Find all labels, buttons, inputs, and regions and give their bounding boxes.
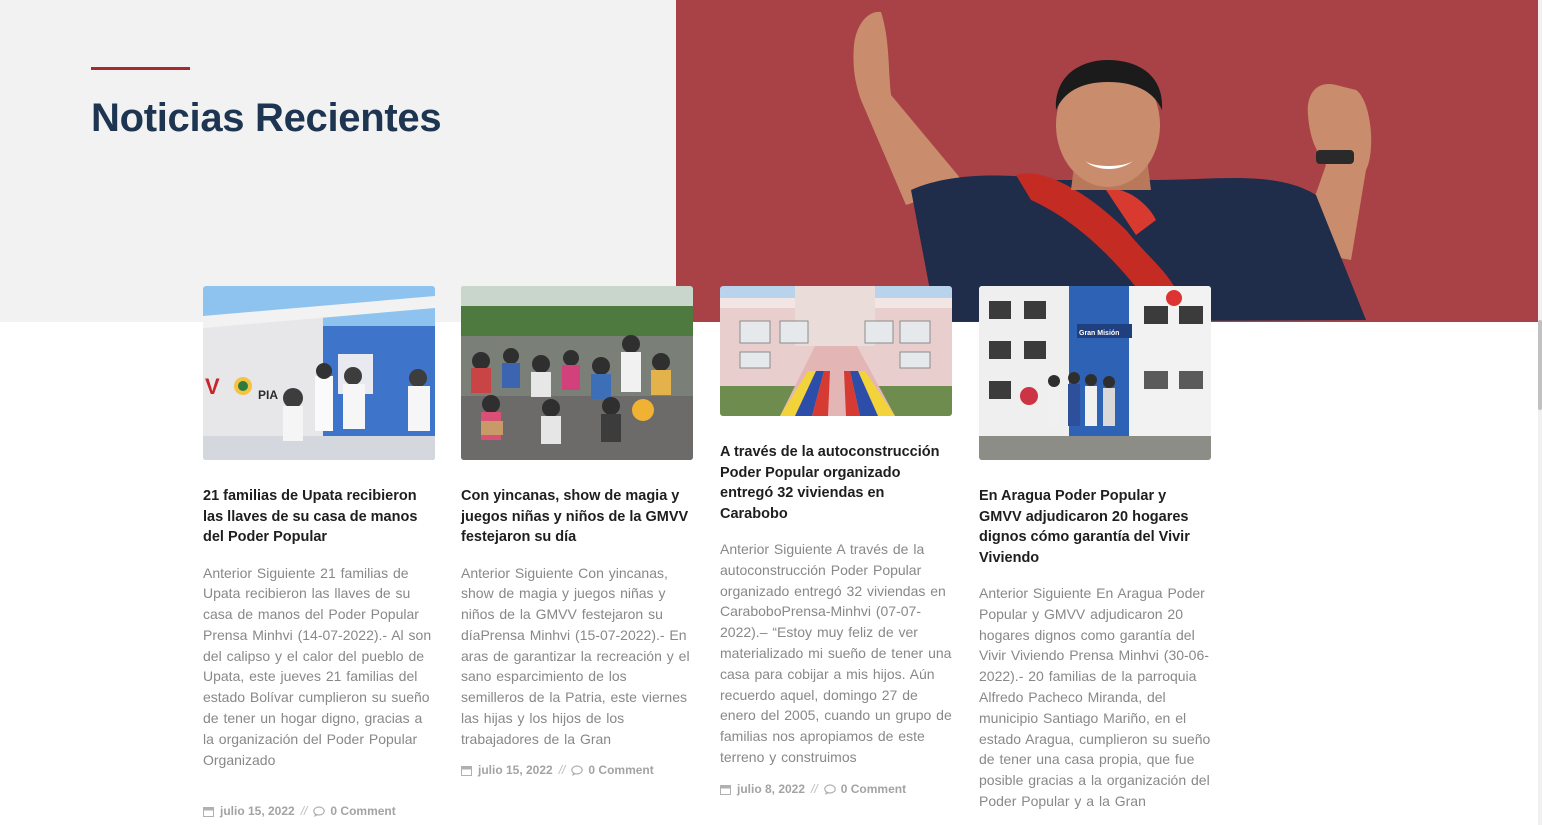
post-thumbnail[interactable] xyxy=(720,286,952,416)
post-date[interactable]: julio 15, 2022 xyxy=(220,804,295,818)
calendar-icon xyxy=(203,806,214,817)
post-thumbnail[interactable]: Gran Misión xyxy=(979,286,1211,460)
post-card-3: A través de la autoconstrucción Poder Po… xyxy=(720,286,952,796)
post-thumbnail[interactable]: V PIA xyxy=(203,286,435,460)
title-accent-line xyxy=(91,67,190,70)
meta-separator: // xyxy=(811,782,818,796)
post-comments[interactable]: 0 Comment xyxy=(330,804,395,818)
post-meta: julio 15, 2022 // 0 Comment xyxy=(461,763,654,777)
section-title: Noticias Recientes xyxy=(91,96,442,140)
page-scrollbar[interactable] xyxy=(1538,0,1542,825)
calendar-icon xyxy=(461,765,472,776)
post-excerpt: Anterior Siguiente A través de la autoco… xyxy=(720,541,952,765)
svg-text:Gran Misión: Gran Misión xyxy=(1079,330,1119,337)
post-meta: julio 15, 2022 // 0 Comment xyxy=(203,804,396,818)
meta-separator: // xyxy=(558,763,566,777)
calendar-icon xyxy=(720,784,731,795)
post-thumbnail[interactable] xyxy=(461,286,693,460)
header-background-left xyxy=(0,0,676,322)
post-meta: julio 8, 2022 // 0 Comment xyxy=(720,782,906,796)
post-title[interactable]: En Aragua Poder Popular y GMVV adjudicar… xyxy=(979,486,1211,568)
post-excerpt: Anterior Siguiente Con yincanas, show de… xyxy=(461,564,690,747)
post-date[interactable]: julio 8, 2022 xyxy=(737,782,805,796)
post-comments[interactable]: 0 Comment xyxy=(588,763,653,777)
meta-separator: // xyxy=(300,804,308,818)
post-card-2: Con yincanas, show de magia y juegos niñ… xyxy=(461,286,693,777)
hero-figure-image xyxy=(853,11,1372,322)
post-date[interactable]: julio 15, 2022 xyxy=(478,763,553,777)
svg-text:V: V xyxy=(205,374,220,399)
comment-icon xyxy=(571,764,584,776)
post-title[interactable]: Con yincanas, show de magia y juegos niñ… xyxy=(461,486,693,548)
post-title[interactable]: A través de la autoconstrucción Poder Po… xyxy=(720,442,952,524)
post-card-4: Gran Misión En Aragua Poder Popular y GM… xyxy=(979,286,1211,812)
comment-icon xyxy=(313,805,326,817)
svg-text:PIA: PIA xyxy=(258,388,278,402)
post-excerpt: Anterior Siguiente 21 familias de Upata … xyxy=(203,564,432,768)
comment-icon xyxy=(823,783,836,795)
scrollbar-thumb[interactable] xyxy=(1538,320,1542,410)
post-comments[interactable]: 0 Comment xyxy=(841,782,906,796)
post-title[interactable]: 21 familias de Upata recibieron las llav… xyxy=(203,486,435,548)
hero-banner xyxy=(676,0,1538,322)
post-excerpt: Anterior Siguiente En Aragua Poder Popul… xyxy=(979,585,1211,809)
post-card-1: V PIA 21 familias de Upata recibieron la… xyxy=(203,286,435,818)
